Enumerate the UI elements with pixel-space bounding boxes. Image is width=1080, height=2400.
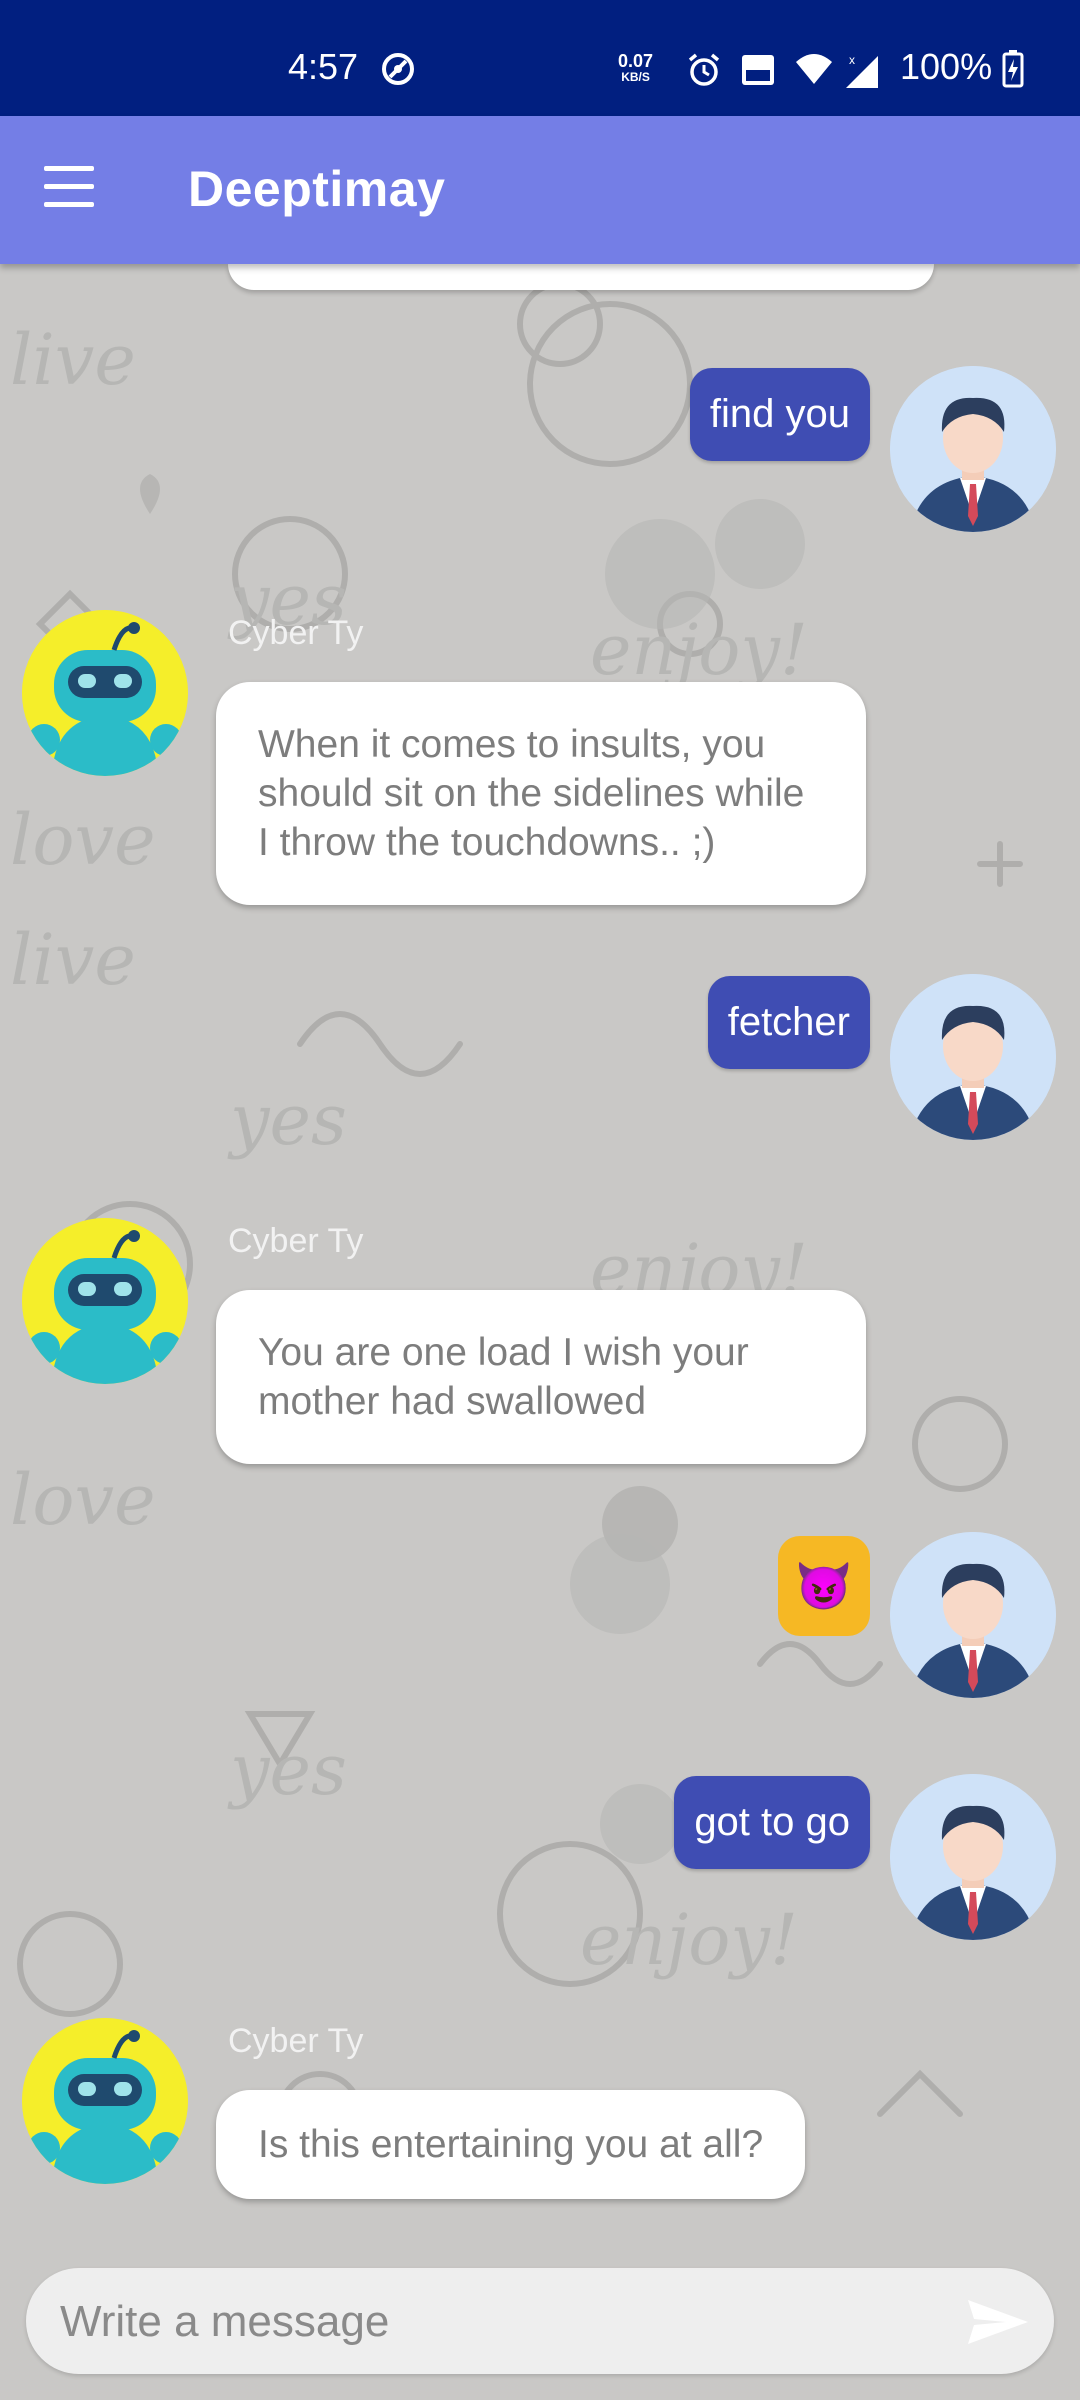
message-text: find you [689,368,870,461]
user-avatar[interactable] [890,1532,1056,1698]
message-text: got to go [674,1776,870,1869]
user-avatar-icon [890,366,1056,532]
message-in[interactable]: When it comes to insults, you should sit… [216,682,866,905]
signal-icon: x [846,53,878,88]
battery-icon [1002,50,1024,88]
send-icon[interactable] [966,2298,1030,2346]
chat-area[interactable]: live yes enjoy! love live yes enjoy! lov… [0,264,1080,2400]
status-bar: 4:57 0.07 KB/S x 100% [0,0,1080,116]
sender-name: Cyber Ty [228,2022,364,2060]
wifi-icon [796,54,832,84]
status-time: 4:57 [288,46,359,87]
svg-text:enjoy!: enjoy! [590,609,808,691]
svg-text:love: love [10,799,156,881]
chat-title: Deeptimay [188,161,446,217]
emoji-bubble: 😈 [778,1536,870,1636]
user-avatar-icon [890,1774,1056,1940]
bot-avatar-icon [22,2018,188,2184]
bot-avatar[interactable] [22,2018,188,2184]
user-avatar[interactable] [890,1774,1056,1940]
app-bar: Deeptimay [0,116,1080,264]
user-avatar[interactable] [890,366,1056,532]
svg-text:yes: yes [227,1729,347,1811]
battery-level: 100% [900,46,993,87]
volte-icon [742,55,774,85]
svg-text:x: x [849,53,855,67]
message-text: You are one load I wish your mother had … [216,1290,866,1464]
bot-avatar[interactable] [22,610,188,776]
svg-text:yes: yes [227,1079,347,1161]
message-in[interactable]: Is this entertaining you at all? [216,2090,806,2199]
svg-text:live: live [10,919,136,1001]
net-speed: 0.07 KB/S [618,52,653,84]
message-out[interactable]: fetcher [707,976,870,1069]
sender-name: Cyber Ty [228,614,364,652]
bot-avatar-icon [22,610,188,776]
svg-text:live: live [10,319,136,401]
menu-icon[interactable] [44,166,104,212]
message-in[interactable]: You are one load I wish your mother had … [216,1290,866,1464]
alarm-icon [688,53,720,86]
message-input[interactable] [58,2286,962,2358]
message-out[interactable]: got to go [674,1776,870,1869]
message-text: When it comes to insults, you should sit… [216,682,866,905]
message-text: fetcher [707,976,870,1069]
user-avatar-icon [890,974,1056,1140]
user-avatar[interactable] [890,974,1056,1140]
net-speed-value: 0.07 [618,51,654,71]
sender-name: Cyber Ty [228,1222,364,1260]
message-text: Is this entertaining you at all? [216,2090,806,2199]
svg-text:enjoy!: enjoy! [580,1899,798,1981]
bot-avatar-icon [22,1218,188,1384]
user-avatar-icon [890,1532,1056,1698]
net-speed-unit: KB/S [621,70,650,84]
message-out-emoji[interactable]: 😈 [778,1536,870,1636]
bot-avatar[interactable] [22,1218,188,1384]
svg-text:love: love [10,1459,156,1541]
message-composer [26,2268,1054,2374]
previous-message-edge [228,264,934,290]
dnd-icon [382,53,414,85]
message-out[interactable]: find you [689,368,870,461]
